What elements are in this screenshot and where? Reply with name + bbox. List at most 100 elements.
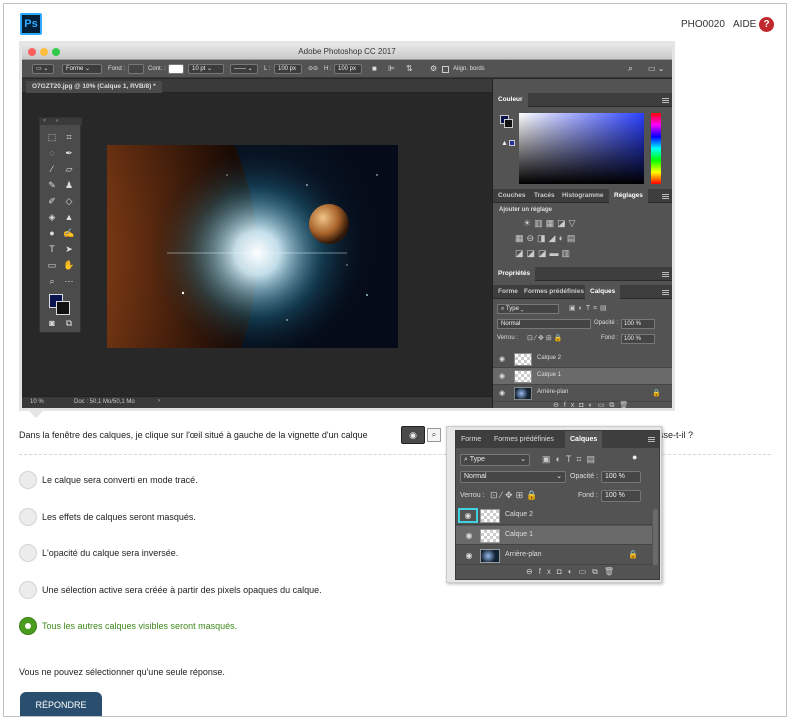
zoom-layers-footer-icons: ⊖fx◘◐▭⧉🗑 — [526, 567, 621, 576]
panel-menu-icon — [648, 437, 655, 442]
rectangle-tool-icon: ▭ — [47, 260, 57, 270]
layers-zoom-panel: Forme Formes prédéfinies Calques ⌕ Type … — [455, 430, 660, 580]
zoom-opacity-field: 100 % — [601, 471, 641, 483]
panel-menu-icon — [662, 272, 669, 277]
stamp-tool-icon: ♟ — [64, 180, 74, 190]
ruler-tool-icon: ▱ — [65, 164, 73, 174]
sharpen-tool-icon: ▲ — [64, 212, 74, 222]
radio-button[interactable] — [19, 471, 37, 489]
zoom-layer-row: ◉ Calque 1 — [456, 526, 652, 545]
tab-channels: Couches — [498, 192, 526, 199]
properties-title: Propriétés — [493, 267, 536, 281]
radio-button[interactable] — [19, 544, 37, 562]
lasso-tool-icon: ◌ — [49, 148, 55, 158]
type-tool-icon: T — [49, 244, 55, 254]
help-icon[interactable]: ? — [759, 17, 774, 32]
magnify-icon[interactable]: ⌕ — [427, 428, 441, 442]
search-icon: ⌕ — [628, 63, 634, 73]
options-bar: ▭ ⌄ Forme ⌄ Fond : Cont. : 10 pt ⌄ —— ⌄ … — [22, 60, 672, 78]
fill-field: 100 % — [621, 334, 655, 344]
answer-option-5[interactable]: Tous les autres calques visibles seront … — [19, 617, 719, 637]
zoom-scrollbar — [653, 509, 658, 565]
zoom-layer-row: ◉ Calque 2 — [456, 506, 652, 525]
panel-menu-icon — [662, 98, 669, 103]
path-select-icon: ➤ — [65, 244, 73, 254]
tab-layers: Calques — [585, 285, 621, 299]
height-label: H : — [324, 66, 332, 72]
stroke-swatch — [168, 64, 184, 74]
window-title: Adobe Photoshop CC 2017 — [298, 47, 396, 56]
bucket-tool-icon: ◈ — [48, 212, 56, 222]
layer-thumbnail — [514, 387, 532, 400]
filter-type-select: ⌕ Type ⌄ — [497, 304, 559, 314]
opacity-label: Opacité : — [594, 320, 619, 326]
lock-label: Verrou : — [497, 335, 519, 341]
layer-name: Calque 1 — [537, 372, 562, 378]
shape-mode-select: Forme ⌄ — [62, 64, 102, 74]
workspace-icon: ▭ ⌄ — [648, 64, 665, 73]
width-label: L : — [264, 66, 271, 72]
eyedropper-tool-icon: ⁄ — [51, 164, 53, 174]
option-label: L'opacité du calque sera inversée. — [42, 548, 179, 558]
layer-name: Calque 1 — [505, 531, 534, 538]
eye-icon: ◉ — [401, 426, 425, 444]
eye-icon: ◉ — [465, 531, 473, 540]
zoom-fill-label: Fond : — [578, 492, 598, 499]
lock-icons: ⊡⁄✥⊞🔒 — [527, 335, 565, 342]
zoom-tab-shape-presets: Formes prédéfinies — [489, 431, 559, 448]
zoom-filter-row: ⌕ Type ⌄ ▣◐T⌗▤ ● — [456, 451, 659, 469]
color-panel-title: Couleur — [493, 93, 528, 107]
layers-footer-icons: ⊖fx◘◐▭⧉🗑 — [553, 402, 634, 408]
eye-icon: ◉ — [499, 356, 506, 363]
window-titlebar: Adobe Photoshop CC 2017 — [22, 44, 672, 60]
gear-icon: ⚙ — [430, 64, 438, 73]
history-brush-icon: ✐ — [48, 196, 56, 206]
right-panels: Couleur ▲ Couches Tracés Histogramme Rég… — [492, 79, 672, 408]
photoshop-screenshot: Adobe Photoshop CC 2017 ▭ ⌄ Forme ⌄ Fond… — [22, 44, 672, 408]
panel-menu-icon — [662, 194, 669, 199]
hue-slider — [651, 113, 661, 184]
course-code: PHO0020 — [681, 19, 725, 30]
adjust-label: Ajouter un réglage — [499, 207, 553, 213]
layer-row: ◉ Arrière-plan 🔒 — [493, 385, 672, 402]
layer-thumbnail — [514, 353, 532, 366]
layers-tabs: Forme Formes prédéfinies Calques — [493, 285, 672, 299]
status-zoom: 10 % — [30, 399, 44, 405]
marquee-tool-icon: ⬚ — [47, 132, 57, 142]
align-edges-label: Align. bords — [453, 66, 485, 72]
question-text: Dans la fenêtre des calques, je clique s… — [19, 430, 368, 440]
zoom-blend-select: Normal ⌄ — [460, 471, 566, 483]
help-link[interactable]: AIDE — [733, 19, 756, 30]
layer-name: Calque 2 — [537, 355, 562, 361]
radio-button-selected[interactable] — [19, 617, 37, 635]
adjustments-tabs: Couches Tracés Histogramme Réglages — [493, 189, 672, 203]
eye-icon: ◉ — [499, 373, 506, 380]
zoom-tool-icon: ⌕ — [49, 276, 55, 286]
radio-button[interactable] — [19, 508, 37, 526]
panel-menu-icon — [662, 290, 669, 295]
option-label: Une sélection active sera créée à partir… — [42, 585, 322, 595]
layer-name: Calque 2 — [505, 511, 534, 518]
arrange-icon: ⇅ — [406, 64, 413, 73]
layer-thumbnail — [480, 509, 500, 523]
gamut-warning-icon: ▲ — [501, 140, 508, 147]
background-color-swatch — [56, 301, 70, 315]
tab-paths: Tracés — [534, 192, 555, 199]
answer-option-4[interactable]: Une sélection active sera créée à partir… — [19, 581, 719, 601]
fill-label: Fond : — [601, 335, 619, 341]
blend-mode-select: Normal — [497, 319, 591, 329]
more-tools-icon: ⋯ — [64, 276, 74, 286]
space-artwork-image — [107, 145, 398, 348]
zoom-tab-layers: Calques — [565, 431, 603, 448]
quick-mask-icon: ◙ — [49, 318, 55, 328]
tool-preset-icon: ▭ ⌄ — [32, 64, 54, 74]
filter-toggle-icon: ● — [632, 452, 638, 462]
layer-thumbnail — [480, 529, 500, 543]
layer-thumbnail — [514, 370, 532, 383]
lock-icon: 🔒 — [628, 550, 638, 559]
submit-button[interactable]: RÉPONDRE — [20, 692, 102, 716]
fill-label: Fond : — [108, 66, 126, 72]
radio-button[interactable] — [19, 581, 37, 599]
option-label: Les effets de calques seront masqués. — [42, 512, 196, 522]
tab-histogram: Histogramme — [562, 192, 604, 199]
